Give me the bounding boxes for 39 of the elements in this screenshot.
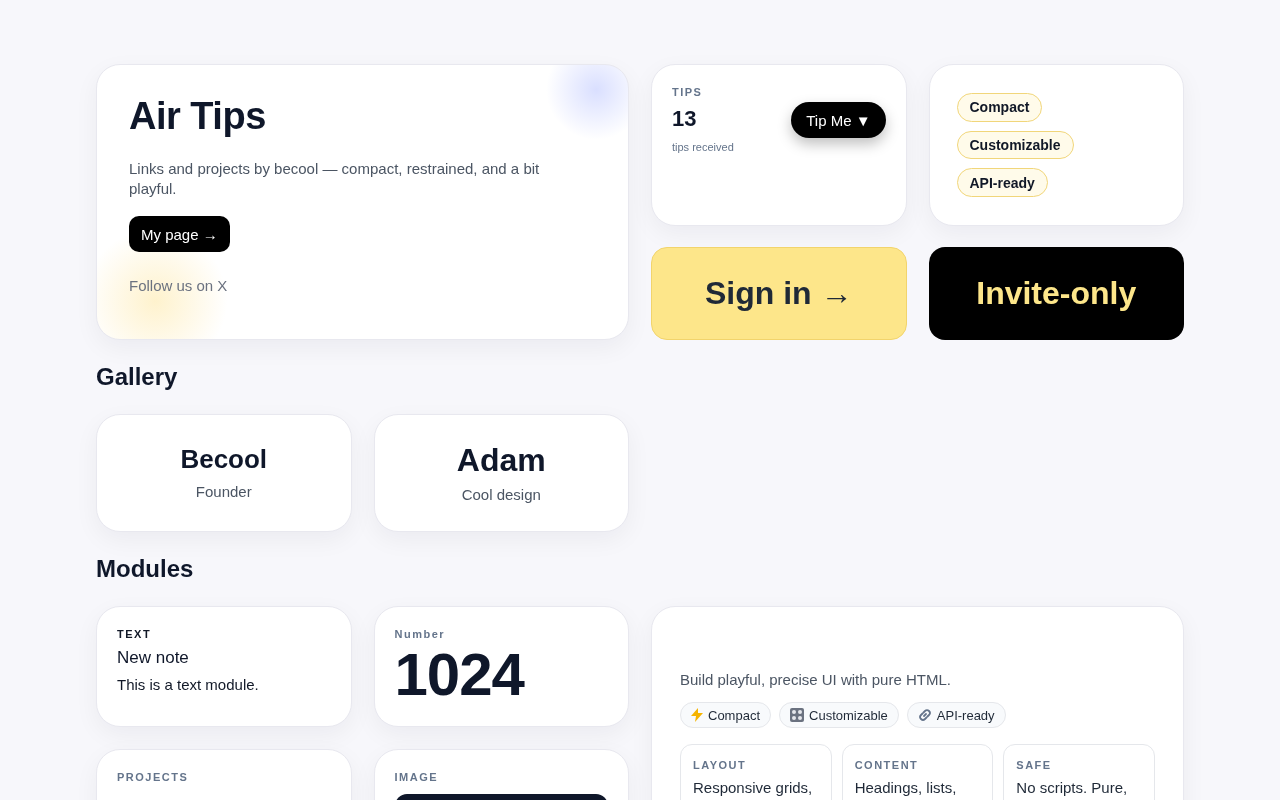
profile-name: Adam xyxy=(456,440,546,480)
note-body: This is a text module. xyxy=(117,675,259,695)
hero-description: Links and projects by becool — compact, restrained, and a bit playful. xyxy=(129,159,541,199)
sign-in-button[interactable]: Sign in → xyxy=(651,247,907,340)
feature-text: Headings, lists, xyxy=(854,778,957,798)
profile-name: Becool xyxy=(180,444,268,476)
follow-link[interactable]: Follow us on X xyxy=(129,276,228,296)
feature-tag: Compact xyxy=(956,93,1043,122)
chip-label: API-ready xyxy=(936,707,995,723)
page-title: Air Tips xyxy=(129,94,266,139)
profile-role: Founder xyxy=(195,481,252,502)
control-knobs-icon xyxy=(790,708,805,722)
tips-label: TIPS xyxy=(672,85,703,99)
module-label: IMAGE xyxy=(394,770,439,784)
section-heading: Modules xyxy=(96,554,195,584)
showcase-tagline: Build playful, precise UI with pure HTML. xyxy=(680,670,952,690)
section-heading: Gallery xyxy=(96,362,179,392)
number-value: 1024 xyxy=(394,645,524,705)
invite-only-tile: Invite-only xyxy=(928,247,1184,340)
chain-link-icon xyxy=(917,708,932,722)
feature-text: No scripts. Pure, xyxy=(1016,778,1128,798)
feature-tag: API-ready xyxy=(956,168,1048,197)
module-label: TEXT xyxy=(117,627,152,641)
feature-tag: Customizable xyxy=(956,130,1074,160)
note-title: New note xyxy=(117,647,189,669)
feature-text: Responsive grids, xyxy=(693,778,813,798)
tip-me-button[interactable]: Tip Me ▼ xyxy=(791,102,886,138)
lightning-bolt-icon xyxy=(691,708,703,722)
module-label: Number xyxy=(394,627,446,641)
feature-label: CONTENT xyxy=(854,758,919,772)
feature-label: SAFE xyxy=(1016,758,1052,772)
module-label: PROJECTS xyxy=(117,770,189,784)
tips-caption: tips received xyxy=(672,140,734,154)
tips-count: 13 xyxy=(672,105,697,133)
profile-role: Cool design xyxy=(461,485,541,506)
my-page-button[interactable]: My page → xyxy=(129,216,230,252)
chip-label: Customizable xyxy=(809,707,888,723)
feature-label: LAYOUT xyxy=(693,758,747,772)
chip-label: Compact xyxy=(708,707,761,723)
